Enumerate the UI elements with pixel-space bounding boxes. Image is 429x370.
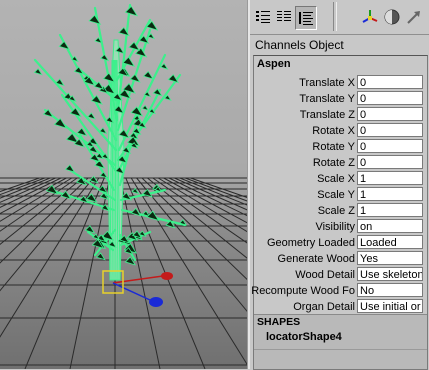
tree-leaf xyxy=(124,5,139,17)
manip-z-axis[interactable] xyxy=(112,282,151,301)
3d-viewport[interactable] xyxy=(0,0,247,369)
attribute-list-icon[interactable] xyxy=(274,6,294,28)
attribute-value-field[interactable]: 1 xyxy=(357,171,423,185)
toolbar-separator xyxy=(333,2,337,31)
manip-z-handle[interactable] xyxy=(149,297,163,307)
grid-line xyxy=(0,177,62,208)
tree-leaf xyxy=(141,104,150,111)
attribute-value-field[interactable]: Yes xyxy=(357,251,423,265)
viewport-canvas[interactable] xyxy=(0,0,247,369)
grid-line xyxy=(168,177,247,217)
attribute-value-field[interactable]: on xyxy=(357,219,423,233)
grid-line xyxy=(24,177,105,369)
attribute-label[interactable]: Organ Detail xyxy=(293,301,355,313)
channel-box: Aspen Translate X 0 Translate Y 0 Translate … xyxy=(251,55,428,370)
shapes-section: SHAPES locatorShape4 xyxy=(254,314,427,369)
tree-leaf xyxy=(99,53,110,62)
attribute-label[interactable]: Generate Wood xyxy=(278,253,355,265)
attribute-label[interactable]: Translate Y xyxy=(299,93,355,105)
attribute-row: Scale Z1 xyxy=(254,203,427,219)
attribute-row: Recompute Wood Fo No xyxy=(251,283,427,299)
attribute-label[interactable]: Scale Y xyxy=(317,189,355,201)
attribute-value-field[interactable]: 0 xyxy=(357,155,423,169)
menu-channels[interactable]: Channels xyxy=(255,38,306,52)
attribute-row: Translate X0 xyxy=(254,75,427,91)
object-name[interactable]: Aspen xyxy=(257,58,291,70)
shading-sphere-icon[interactable] xyxy=(382,6,402,28)
attribute-label[interactable]: Translate X xyxy=(299,77,355,89)
tree-leaf xyxy=(58,40,71,51)
attribute-value-field[interactable]: 0 xyxy=(357,123,423,137)
channel-box-menubar: Channels Object xyxy=(250,34,429,54)
attribute-row: Organ Detail Use initial or xyxy=(254,299,427,315)
attribute-row: Visibility on xyxy=(254,219,427,235)
attribute-row: Translate Z0 xyxy=(254,107,427,123)
attribute-row: Rotate Y0 xyxy=(254,139,427,155)
attribute-row: Scale Y1 xyxy=(254,187,427,203)
grid-line xyxy=(119,177,161,369)
attribute-value-field[interactable]: No xyxy=(357,283,423,297)
attribute-label[interactable]: Wood Detail xyxy=(295,269,355,281)
shape-divider xyxy=(254,349,427,350)
tree-leaf xyxy=(88,175,99,184)
attribute-row: Rotate X0 xyxy=(254,123,427,139)
tree-leaf xyxy=(84,225,96,234)
channels-layers-icon[interactable] xyxy=(253,6,273,28)
attribute-value-field[interactable]: 0 xyxy=(357,139,423,153)
tree-leaf xyxy=(88,14,102,25)
tree-branch xyxy=(33,58,118,152)
shapes-header: SHAPES xyxy=(257,316,301,328)
attribute-row: Rotate Z0 xyxy=(254,155,427,171)
grid-line xyxy=(130,177,247,366)
attribute-label[interactable]: Recompute Wood Fo xyxy=(251,285,355,297)
tree-leaf xyxy=(99,171,109,179)
grid-line xyxy=(0,177,40,193)
attribute-label[interactable]: Visibility xyxy=(315,221,355,233)
grid-line xyxy=(0,177,78,232)
tree-leaf xyxy=(142,70,154,80)
aspen-tree[interactable] xyxy=(33,3,188,281)
attribute-row: Geometry Loaded Loaded xyxy=(254,235,427,251)
attribute-value-field[interactable]: 0 xyxy=(357,75,423,89)
attribute-value-field[interactable]: Loaded xyxy=(357,235,423,249)
channel-box-panel: Channels Object Aspen Translate X 0 Transl… xyxy=(250,0,429,370)
grid-line xyxy=(179,177,247,206)
attribute-label[interactable]: Rotate X xyxy=(312,125,355,137)
tree-leaf xyxy=(64,164,76,173)
tree-leaf xyxy=(86,112,97,120)
attribute-value-field[interactable]: 1 xyxy=(357,203,423,217)
attribute-row: Scale X1 xyxy=(254,171,427,187)
axis-manipulator-icon[interactable] xyxy=(360,6,380,28)
attribute-value-field[interactable]: Use initial or xyxy=(357,299,423,313)
arrow-tool-icon[interactable] xyxy=(404,6,424,28)
attribute-row: Translate Y0 xyxy=(254,91,427,107)
attribute-value-field[interactable]: 1 xyxy=(357,187,423,201)
grid-line xyxy=(136,177,247,312)
tree-leaf xyxy=(95,252,106,261)
attribute-label[interactable]: Translate Z xyxy=(300,109,355,121)
manip-x-handle[interactable] xyxy=(161,272,173,280)
tree-leaf xyxy=(146,210,160,222)
attribute-label[interactable]: Rotate Z xyxy=(313,157,355,169)
attribute-label[interactable]: Scale X xyxy=(317,173,355,185)
attribute-label[interactable]: Rotate Y xyxy=(312,141,355,153)
tree-leaf xyxy=(33,68,43,76)
tree-leaf xyxy=(129,73,141,83)
attribute-label[interactable]: Scale Z xyxy=(318,205,355,217)
tree-leaf xyxy=(159,62,169,70)
grid-line xyxy=(0,177,67,215)
attribute-value-field[interactable]: Use skeleton xyxy=(357,267,423,281)
panel-toolbar xyxy=(250,0,429,33)
attribute-row: Wood Detail Use skeleton xyxy=(254,267,427,283)
attribute-value-field[interactable]: 0 xyxy=(357,91,423,105)
attribute-value-field[interactable]: 0 xyxy=(357,107,423,121)
menu-object[interactable]: Object xyxy=(309,38,344,52)
attribute-row: Generate Wood Yes xyxy=(254,251,427,267)
attribute-label[interactable]: Geometry Loaded xyxy=(267,237,355,249)
shape-name[interactable]: locatorShape4 xyxy=(266,331,342,343)
grid-line xyxy=(0,177,45,196)
grid-line xyxy=(174,177,247,211)
channel-box-icon[interactable] xyxy=(295,6,317,30)
